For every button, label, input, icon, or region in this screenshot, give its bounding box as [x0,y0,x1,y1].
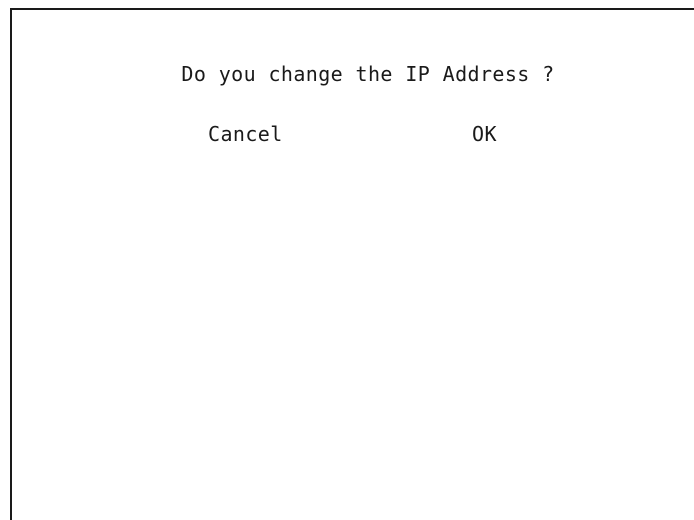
ok-button[interactable]: OK [472,122,497,146]
dialog-message: Do you change the IP Address ? [181,62,555,86]
confirm-dialog: Do you change the IP Address ? Cancel OK [10,8,694,520]
cancel-button[interactable]: Cancel [208,122,283,146]
